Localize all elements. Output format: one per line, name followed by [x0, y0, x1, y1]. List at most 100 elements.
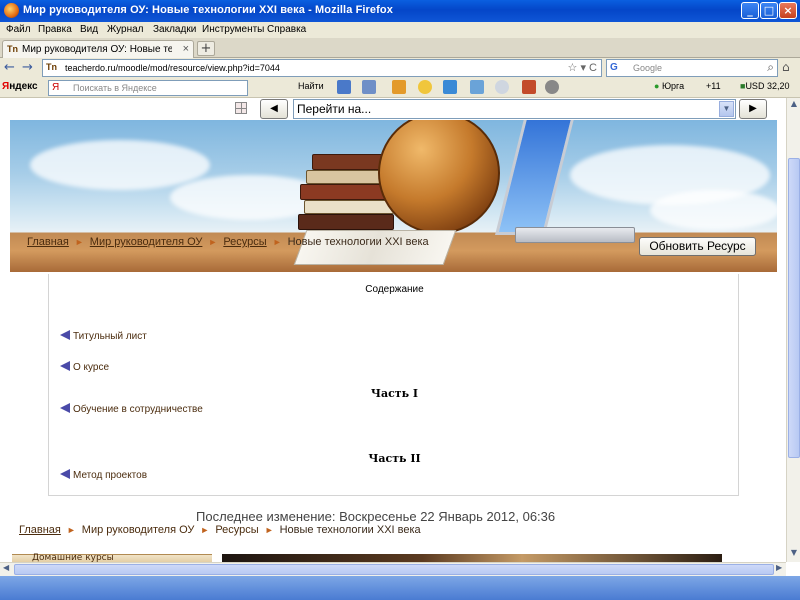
breadcrumb-home-link[interactable]: Главная	[19, 524, 61, 536]
left-arrow-icon	[60, 330, 70, 340]
tab-strip: Tn Мир руководителя ОУ: Новые технологи.…	[0, 38, 800, 58]
app-icon[interactable]	[522, 80, 536, 94]
yandex-find-button[interactable]: Найти	[298, 81, 324, 91]
left-arrow-icon	[60, 403, 70, 413]
toc-part-heading: Часть I	[370, 387, 419, 400]
toc-item[interactable]: Метод проектов	[60, 469, 147, 481]
window-titlebar: Мир руководителя ОУ: Новые технологии XX…	[0, 0, 800, 22]
sidebar-block-title[interactable]: Домашние курсы	[32, 553, 114, 562]
menu-bar: Файл Правка Вид Журнал Закладки Инструме…	[0, 22, 800, 38]
yandex-logo[interactable]: Яндекс	[2, 81, 38, 92]
gear-icon[interactable]	[545, 80, 559, 94]
left-arrow-icon	[60, 469, 70, 479]
breadcrumb-separator-icon: ►	[200, 525, 210, 535]
scroll-left-icon[interactable]: ◀	[3, 563, 9, 572]
breadcrumb-resources-link[interactable]: Ресурсы	[215, 524, 258, 536]
maximize-button[interactable]: □	[760, 2, 778, 19]
laptop-decoration	[495, 120, 577, 235]
page-viewport: ◀ Перейти на... ▼ ▶ Главная ► Мир руководи…	[0, 98, 786, 562]
menu-tools[interactable]: Инструменты	[202, 24, 264, 35]
update-resource-button[interactable]: Обновить Ресурс	[639, 237, 756, 256]
mail-icon[interactable]	[337, 80, 351, 94]
services-icon[interactable]	[392, 80, 406, 94]
scroll-up-icon[interactable]: ▲	[788, 99, 800, 112]
breadcrumb-course-link[interactable]: Мир руководителя ОУ	[82, 524, 195, 536]
translate-icon[interactable]	[443, 80, 457, 94]
toc-item[interactable]: Обучение в сотрудничестве	[60, 403, 203, 415]
activity-navigation: ◀ Перейти на... ▼ ▶	[0, 98, 786, 120]
tab-label: Мир руководителя ОУ: Новые технологи...	[22, 44, 172, 55]
menu-view[interactable]: Вид	[80, 24, 98, 35]
site-identity-icon: Tn	[46, 62, 57, 72]
jump-to-select[interactable]: Перейти на... ▼	[293, 99, 736, 119]
menu-file[interactable]: Файл	[6, 24, 31, 35]
toc-title: Содержание	[365, 284, 424, 295]
search-box[interactable]: G Google ⌕	[606, 59, 778, 77]
yandex-search-input[interactable]: Я Поискать в Яндексе	[48, 80, 248, 96]
grid-icon[interactable]	[235, 102, 247, 114]
scroll-right-icon[interactable]: ▶	[776, 563, 782, 572]
close-window-button[interactable]: ×	[779, 2, 797, 19]
menu-bookmarks[interactable]: Закладки	[153, 24, 196, 35]
chevron-down-icon[interactable]: ▼	[719, 101, 734, 117]
menu-edit[interactable]: Правка	[38, 24, 72, 35]
horizontal-scrollbar[interactable]: ◀ ▶	[0, 562, 786, 576]
bookmark-star-icon[interactable]: ☆ ▾ C	[568, 61, 597, 74]
comment-icon[interactable]	[495, 80, 509, 94]
menu-history[interactable]: Журнал	[107, 24, 144, 35]
url-text[interactable]: teacherdo.ru/moodle/mod/resource/view.ph…	[65, 63, 280, 73]
toc-part-heading: Часть II	[368, 452, 421, 465]
breadcrumb: Главная ► Мир руководителя ОУ ► Ресурсы ► Новы…	[27, 236, 429, 248]
jump-to-value: Перейти на...	[297, 102, 372, 116]
prev-resource-button[interactable]: ◀	[260, 99, 288, 119]
navigation-bar: ← → Tn teacherdo.ru/moodle/mod/resource/…	[0, 58, 800, 78]
breadcrumb-separator-icon: ►	[264, 525, 274, 535]
resource-content: Содержание Титульный лист О курсе Часть …	[48, 274, 739, 496]
breadcrumb-separator-icon: ►	[272, 237, 282, 247]
home-icon[interactable]: ⌂	[782, 60, 790, 74]
toc-item[interactable]: Титульный лист	[60, 330, 147, 342]
breadcrumb-current: Новые технологии XXI века	[279, 524, 421, 536]
weather-city[interactable]: ● Юрга	[654, 81, 684, 91]
google-icon[interactable]: G	[610, 62, 618, 73]
search-placeholder: Google	[633, 63, 663, 73]
tab-active[interactable]: Tn Мир руководителя ОУ: Новые технологи.…	[2, 40, 194, 58]
pages-icon[interactable]	[470, 80, 484, 94]
forward-button[interactable]: →	[22, 60, 33, 75]
close-tab-icon[interactable]: ×	[183, 43, 189, 55]
breadcrumb-home-link[interactable]: Главная	[27, 236, 69, 248]
scroll-down-icon[interactable]: ▼	[788, 548, 800, 561]
left-arrow-icon	[60, 361, 70, 371]
globe-decoration	[378, 120, 500, 234]
breadcrumb-separator-icon: ►	[208, 237, 218, 247]
vertical-scroll-thumb[interactable]	[788, 158, 800, 458]
breadcrumb-course-link[interactable]: Мир руководителя ОУ	[90, 236, 203, 248]
back-button[interactable]: ←	[4, 60, 15, 75]
vertical-scrollbar[interactable]: ▲ ▼	[786, 98, 800, 562]
breadcrumb-current: Новые технологии XXI века	[287, 236, 429, 248]
site-favicon-icon: Tn	[7, 44, 18, 54]
book-stack-decoration	[300, 184, 392, 200]
bookmark-icon[interactable]	[362, 80, 376, 94]
horizontal-scroll-thumb[interactable]	[14, 564, 774, 575]
star-icon[interactable]	[418, 80, 432, 94]
book-stack-decoration	[312, 154, 387, 170]
breadcrumb-resources-link[interactable]: Ресурсы	[223, 236, 266, 248]
yandex-search-placeholder: Поискать в Яндексе	[73, 83, 157, 93]
cloud-decoration	[30, 140, 210, 190]
window-title: Мир руководителя ОУ: Новые технологии XX…	[23, 4, 393, 16]
toc-item[interactable]: О курсе	[60, 361, 109, 373]
footer-image	[222, 554, 722, 562]
minimize-button[interactable]: _	[741, 2, 759, 19]
new-tab-button[interactable]: +	[197, 41, 215, 56]
last-modified-text: Последнее изменение: Воскресенье 22 Янва…	[196, 509, 556, 524]
next-resource-button[interactable]: ▶	[739, 99, 767, 119]
currency-rate[interactable]: ■USD 32,20	[740, 81, 789, 91]
address-bar[interactable]: Tn teacherdo.ru/moodle/mod/resource/view…	[42, 59, 602, 77]
menu-help[interactable]: Справка	[267, 24, 306, 35]
magnifier-icon[interactable]: ⌕	[767, 60, 774, 75]
weather-temperature[interactable]: +11	[706, 81, 721, 91]
book-stack-decoration	[304, 200, 394, 214]
yandex-search-icon: Я	[52, 82, 60, 93]
yandex-toolbar: Яндекс Я Поискать в Яндексе Найти ● Юрга…	[0, 78, 800, 98]
